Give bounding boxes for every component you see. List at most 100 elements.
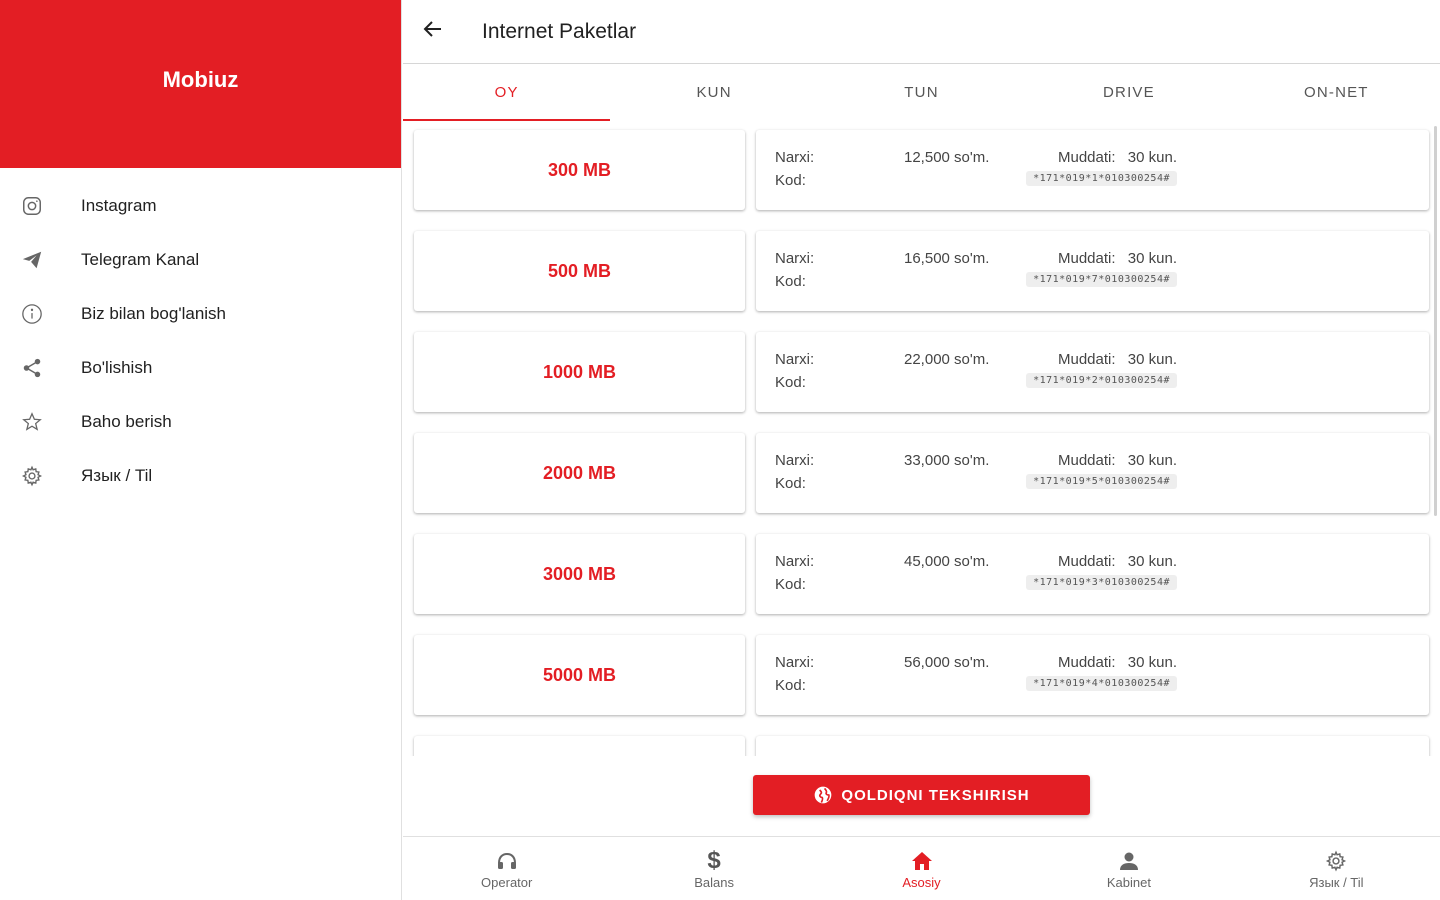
price-value: 12,500 so'm. [904,149,990,166]
package-row: 1000 MB Narxi: Kod: 22,000 so'm. Muddati… [414,332,1429,412]
ussd-code[interactable]: *171*019*4*010300254# [1026,676,1177,691]
package-tabs: OY KUN TUN DRIVE ON-NET [403,64,1440,121]
ussd-code[interactable]: *171*019*5*010300254# [1026,474,1177,489]
ussd-code[interactable]: *171*019*1*010300254# [1026,171,1177,186]
duration-label: Muddati: [1058,351,1116,368]
duration-label: Muddati: [1058,553,1116,570]
ussd-code[interactable]: *171*019*3*010300254# [1026,575,1177,590]
person-icon [1117,849,1141,873]
ussd-code[interactable]: *171*019*2*010300254# [1026,373,1177,388]
price-value: 45,000 so'm. [904,553,990,570]
page-title: Internet Paketlar [482,19,637,43]
drawer-item-contact[interactable]: Biz bilan bog'lanish [0,287,401,341]
ussd-code[interactable]: *171*019*7*010300254# [1026,272,1177,287]
duration-value: 30 kun. [1127,351,1177,368]
nav-balans[interactable]: $ Balans [610,837,817,900]
package-row: 500 MB Narxi: Kod: 16,500 so'm. Muddati:… [414,231,1429,311]
package-detail-card[interactable]: Narxi: Kod: 45,000 so'm. Muddati: 30 kun… [756,534,1429,614]
headphones-icon [495,849,519,873]
tab-drive[interactable]: DRIVE [1025,64,1232,120]
code-label: Kod: [775,273,806,290]
package-list[interactable]: 300 MB Narxi: Kod: 12,500 so'm. Muddati:… [403,120,1440,756]
home-icon [910,849,934,873]
package-size: 1000 MB [542,361,617,382]
globe-icon [813,785,833,805]
bottom-navigation: Operator $ Balans Asosiy Kabinet Язык / … [403,836,1440,900]
package-size: 5000 MB [542,664,617,685]
package-detail-card[interactable]: Narxi: Kod: 22,000 so'm. Muddati: 30 kun… [756,332,1429,412]
package-row: 5000 MB Narxi: Kod: 56,000 so'm. Muddati… [414,635,1429,715]
drawer-title: Mobiuz [162,67,239,92]
duration-label: Muddati: [1058,452,1116,469]
price-label: Narxi: [775,250,815,267]
package-size: 500 MB [547,260,612,281]
tab-oy[interactable]: OY [403,64,611,121]
drawer-item-instagram[interactable]: Instagram [0,179,401,233]
package-size-card[interactable]: 300 MB [414,130,745,210]
drawer-item-rate[interactable]: Baho berish [0,395,401,449]
tab-on-net[interactable]: ON-NET [1233,64,1440,120]
navigation-drawer: Mobiuz Instagram Telegram Kanal Biz bila… [0,0,402,900]
duration-value: 30 kun. [1127,250,1177,267]
package-size-card[interactable]: 1000 MB [414,332,745,412]
app-bar: Internet Paketlar [403,0,1440,64]
nav-label: Operator [481,875,533,890]
package-detail-card[interactable]: Narxi: Kod: 56,000 so'm. Muddati: 30 kun… [756,635,1429,715]
nav-asosiy[interactable]: Asosiy [818,837,1025,900]
package-size: 3000 MB [542,563,617,584]
info-icon [20,302,44,326]
nav-label: Язык / Til [1309,875,1364,890]
price-label: Narxi: [775,351,815,368]
package-size-card[interactable]: 500 MB [414,231,745,311]
duration-value: 30 kun. [1127,553,1177,570]
price-value: 16,500 so'm. [904,250,990,267]
drawer-header: Mobiuz [0,0,401,168]
drawer-item-language[interactable]: Язык / Til [0,449,401,503]
nav-label: Kabinet [1106,875,1151,890]
package-detail-card[interactable]: Narxi: Kod: 12,500 so'm. Muddati: 30 kun… [756,130,1429,210]
check-balance-button[interactable]: QOLDIQNI TEKSHIRISH [753,775,1090,815]
dollar-icon: $ [707,847,721,874]
scrollbar[interactable] [1434,126,1437,516]
package-size-card[interactable]: 3000 MB [414,534,745,614]
code-label: Kod: [775,374,806,391]
gear-icon [1324,849,1348,873]
tab-tun[interactable]: TUN [818,64,1025,120]
package-size-card[interactable]: 5000 MB [414,635,745,715]
drawer-item-label: Bo'lishish [81,358,153,377]
drawer-item-share[interactable]: Bo'lishish [0,341,401,395]
package-size: 2000 MB [542,462,617,483]
check-balance-label: QOLDIQNI TEKSHIRISH [841,786,1030,804]
drawer-item-label: Instagram [81,196,157,215]
duration-label: Muddati: [1058,654,1116,671]
gear-icon [20,464,44,488]
nav-operator[interactable]: Operator [403,837,610,900]
package-size-card[interactable] [414,736,745,756]
code-label: Kod: [775,172,806,189]
package-row: 2000 MB Narxi: Kod: 33,000 so'm. Muddati… [414,433,1429,513]
package-row-partial [414,736,1429,756]
package-row: 3000 MB Narxi: Kod: 45,000 so'm. Muddati… [414,534,1429,614]
telegram-icon [20,248,44,272]
price-value: 56,000 so'm. [904,654,990,671]
code-label: Kod: [775,677,806,694]
package-detail-card[interactable]: Narxi: Kod: 16,500 so'm. Muddati: 30 kun… [756,231,1429,311]
drawer-item-telegram[interactable]: Telegram Kanal [0,233,401,287]
drawer-item-label: Biz bilan bog'lanish [81,304,227,323]
package-size-card[interactable]: 2000 MB [414,433,745,513]
nav-language[interactable]: Язык / Til [1233,837,1440,900]
nav-kabinet[interactable]: Kabinet [1025,837,1232,900]
package-row: 300 MB Narxi: Kod: 12,500 so'm. Muddati:… [414,130,1429,210]
drawer-item-label: Baho berish [81,412,172,431]
back-button[interactable] [401,0,465,64]
price-label: Narxi: [775,452,815,469]
code-label: Kod: [775,475,806,492]
star-icon [20,410,44,434]
tab-kun[interactable]: KUN [610,64,817,120]
price-value: 33,000 so'm. [904,452,990,469]
package-detail-card[interactable]: Narxi: Kod: 33,000 so'm. Muddati: 30 kun… [756,433,1429,513]
duration-value: 30 kun. [1127,654,1177,671]
package-detail-card[interactable] [756,736,1429,756]
duration-label: Muddati: [1058,149,1116,166]
nav-label: Asosiy [902,875,941,890]
